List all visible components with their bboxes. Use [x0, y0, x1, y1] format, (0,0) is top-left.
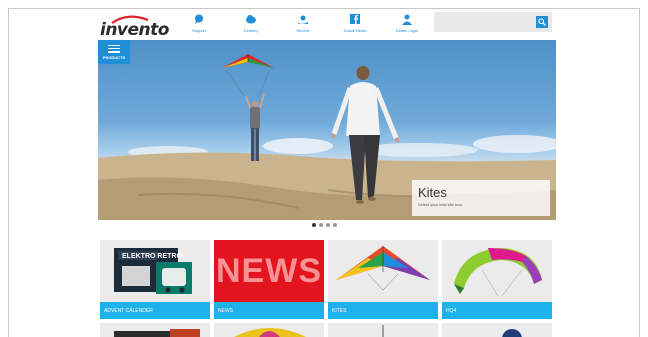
nav-label: Delivery [243, 28, 259, 33]
tile-image-advent-calender: ELEKTRO RETRO- [100, 240, 210, 302]
products-label: PRODUCTS [102, 54, 126, 60]
hamburger-icon [108, 44, 120, 53]
tile-news[interactable]: NEWS NEWS [214, 240, 324, 319]
tile-advent-calender[interactable]: ELEKTRO RETRO- ADVENT CALENDER [100, 240, 210, 319]
slider-dot[interactable] [326, 223, 330, 227]
tile-label: ADVENT CALENDER [100, 302, 210, 319]
products-menu-button[interactable]: PRODUCTS [98, 40, 130, 64]
category-tiles-row-2 [100, 323, 556, 337]
user-icon [400, 12, 414, 26]
nav-label: Social Media [343, 28, 367, 33]
hero-caption-title: Kites [418, 185, 447, 200]
logo-text: invento [100, 20, 169, 40]
chat-icon [192, 12, 206, 26]
search-input[interactable] [434, 12, 534, 32]
search-icon [538, 18, 546, 26]
nav-item-social-media[interactable]: Social Media [334, 12, 376, 33]
nav-item-service[interactable]: Service [282, 12, 324, 33]
tile-image-hq4 [442, 240, 552, 302]
delta-kite-icon [336, 246, 430, 291]
nav-label: Support [191, 28, 206, 33]
facebook-icon [348, 12, 362, 26]
tile-image-news: NEWS [214, 240, 324, 302]
tile-row2-4[interactable] [442, 323, 552, 337]
nav-item-support[interactable]: Support [178, 12, 220, 33]
slider-dot[interactable] [319, 223, 323, 227]
tile-row2-1[interactable] [100, 323, 210, 337]
search-button[interactable] [536, 16, 548, 28]
advent-box-text: ELEKTRO RETRO- [122, 253, 185, 260]
search-box [434, 12, 552, 32]
tile-label: HQ4 [442, 302, 552, 319]
power-kite-icon [454, 248, 542, 297]
cloud-icon [244, 12, 258, 26]
news-banner-text: NEWS [216, 251, 322, 290]
hero-caption[interactable]: Kites Select your new kite now [412, 180, 550, 216]
slider-dot[interactable] [333, 223, 337, 227]
category-tiles: ELEKTRO RETRO- ADVENT CALENDER NEWS NEWS [100, 240, 556, 319]
tile-row2-3[interactable] [328, 323, 438, 337]
nav-label: Service [296, 28, 310, 33]
tile-label: NEWS [214, 302, 324, 319]
slider-pagination [312, 223, 340, 227]
nav-label: Dealer Login [395, 28, 419, 33]
nav-item-delivery[interactable]: Delivery [230, 12, 272, 33]
tile-label: KITES [328, 302, 438, 319]
tile-hq4[interactable]: HQ4 [442, 240, 552, 319]
tile-image-kites [328, 240, 438, 302]
tile-row2-2[interactable] [214, 323, 324, 337]
slider-dot[interactable] [312, 223, 316, 227]
hero-caption-subtitle: Select your new kite now [418, 202, 463, 207]
invento-logo[interactable]: invento [100, 14, 169, 40]
hand-icon [296, 12, 310, 26]
nav-item-dealer-login[interactable]: Dealer Login [386, 12, 428, 33]
tile-kites[interactable]: KITES [328, 240, 438, 319]
